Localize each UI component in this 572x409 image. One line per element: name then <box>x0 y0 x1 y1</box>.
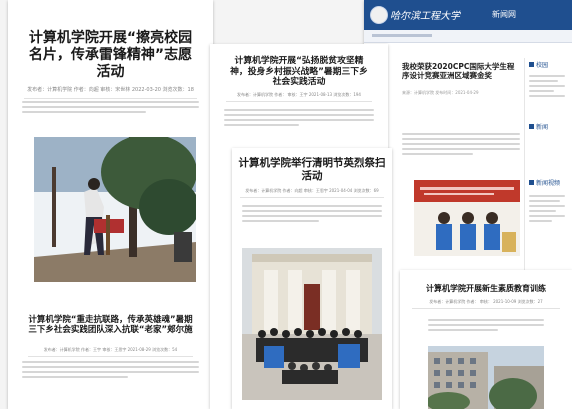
group-photo <box>242 248 382 400</box>
second-article-title: 计算机学院“重走抗联路，传承英雄魂”暑期三下乡社会实践团队深入抗联“老家”郏尔施 <box>28 315 193 336</box>
article-text <box>22 98 199 116</box>
second-article-text <box>22 358 199 381</box>
grid-icon <box>529 180 534 185</box>
article-meta: 发布者：计算机学院 作者： 审核：王宇 2021-08-13 浏览次数：194 <box>226 92 372 102</box>
article-title: 计算机学院开展新生素质教育训练 <box>426 284 546 293</box>
news-card-memorial: 计算机学院举行清明节英烈祭扫活动 发布者：计算机学院 作者：向超 审核：王思宇 … <box>232 148 392 409</box>
article-text <box>428 316 544 334</box>
article-text <box>224 106 374 129</box>
article-meta: 发布者：计算机学院 作者：向超 审核：王思宇 2021-04-04 浏览次数：6… <box>240 188 384 199</box>
article-title: 计算机学院开展“擦亮校园名片，传承雷锋精神”志愿活动 <box>28 30 193 80</box>
university-logo <box>370 6 388 24</box>
sidebar: 校园 新闻 新闻视频 <box>524 58 569 278</box>
grid-icon <box>529 62 534 67</box>
article-meta: 发布者：计算机学院 作者： 审核： 2021-10-09 浏览次数：27 <box>412 299 560 309</box>
news-card-volunteer: 计算机学院开展“擦亮校园名片，传承雷锋精神”志愿活动 发布者：计算机学院 作者：… <box>8 0 213 409</box>
snow-volunteer-photo <box>34 137 196 282</box>
site-header: 哈尔滨工程大学 新闻网 <box>364 0 572 30</box>
article-text <box>402 130 520 158</box>
site-brand: 哈尔滨工程大学 <box>390 11 460 22</box>
article-text <box>242 202 382 225</box>
campus-building-photo <box>428 346 544 409</box>
award-ceremony-photo <box>414 180 520 256</box>
grid-icon <box>529 124 534 129</box>
article-title: 计算机学院举行清明节英烈祭扫活动 <box>238 157 386 182</box>
sidebar-link-campus[interactable]: 校园 <box>529 60 548 69</box>
article-meta: 来源：计算机学院 发布时间：2021-04-29 <box>402 90 479 95</box>
news-card-training: 计算机学院开展新生素质教育训练 发布者：计算机学院 作者： 审核： 2021-1… <box>400 270 572 409</box>
second-article-meta: 发布者：计算机学院 作者：王宇 审核：王思宇 2021-08-29 浏览次数：5… <box>28 347 193 357</box>
article-title: 计算机学院开展“弘扬脱贫攻坚精神，投身乡村振兴战略”暑期三下乡社会实践活动 <box>230 56 368 88</box>
site-sub: 新闻网 <box>492 10 516 19</box>
sidebar-link-news[interactable]: 新闻 <box>529 122 548 131</box>
article-title: 我校荣获2020CPC国际大学生程序设计竞赛亚洲区域赛金奖 <box>402 62 515 80</box>
nav-bar <box>364 30 572 43</box>
sidebar-link-news-video[interactable]: 新闻视频 <box>529 178 560 187</box>
